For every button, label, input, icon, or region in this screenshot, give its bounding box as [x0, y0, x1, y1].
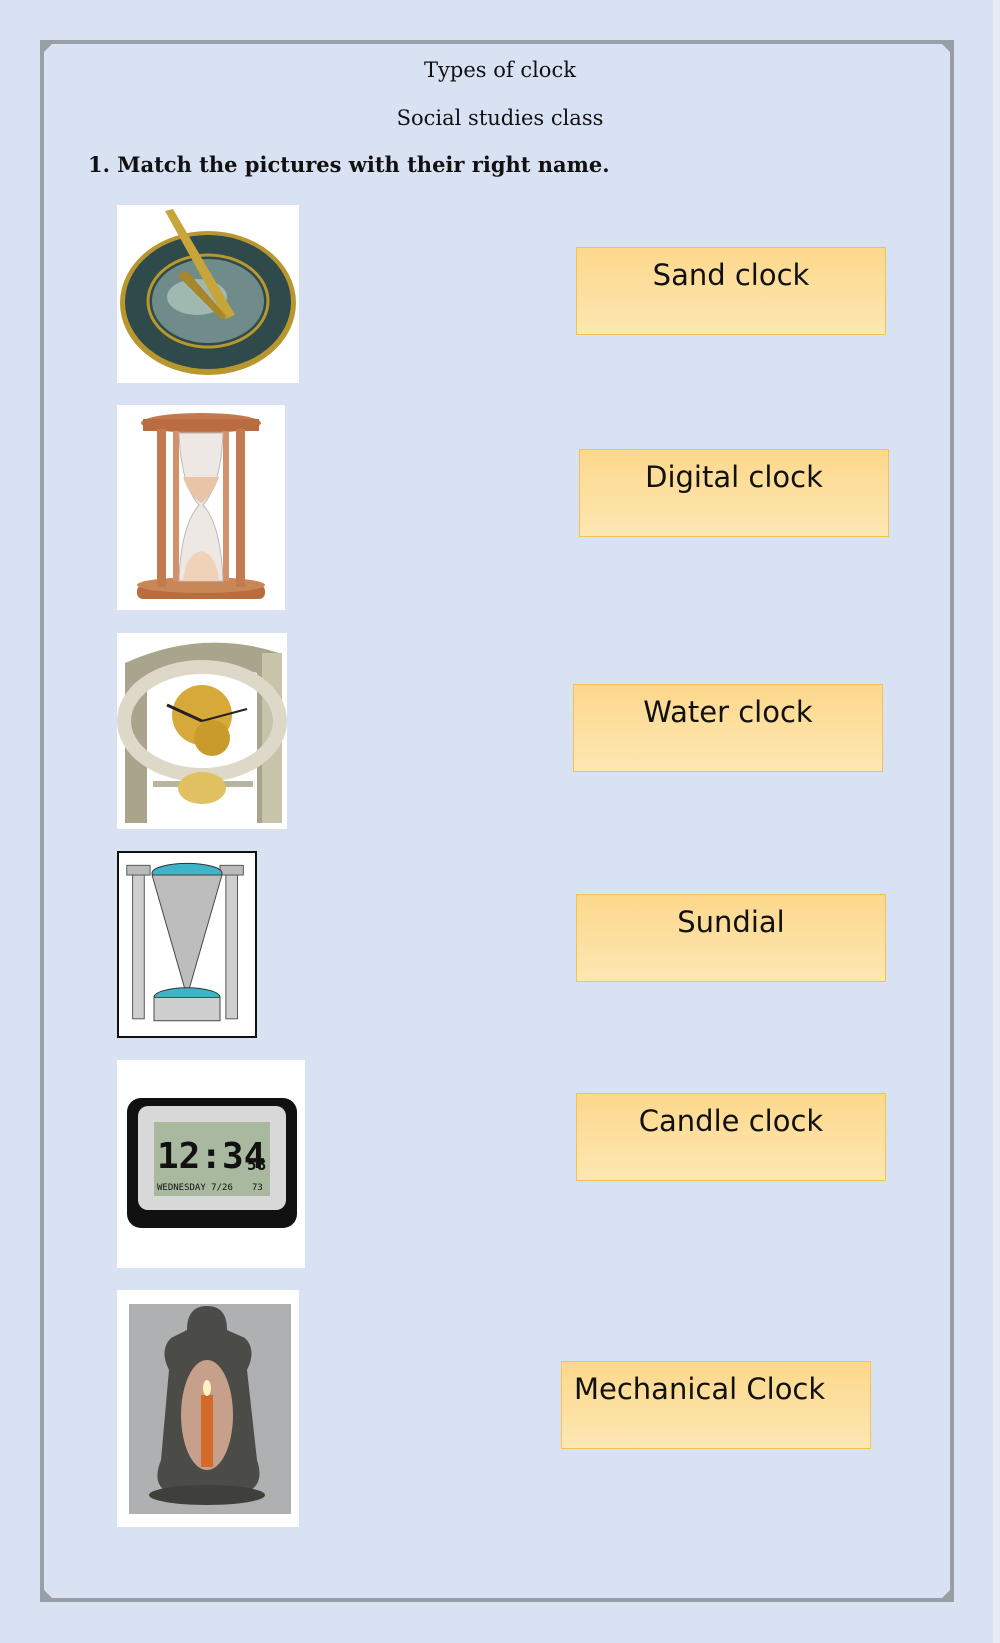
- label-sand-clock[interactable]: Sand clock: [576, 247, 886, 335]
- label-water-clock[interactable]: Water clock: [573, 684, 883, 772]
- corner-mark: [942, 1590, 950, 1598]
- water-clock-icon: [126, 862, 244, 1022]
- mechanical-clock-icon: [117, 642, 287, 823]
- water-clock-picture[interactable]: [117, 851, 257, 1038]
- corner-mark: [44, 44, 52, 52]
- label-digital-clock[interactable]: Digital clock: [579, 449, 889, 537]
- corner-mark: [942, 44, 950, 52]
- clock-day: WEDNESDAY 7/26: [157, 1183, 233, 1193]
- instruction-text: 1. Match the pictures with their right n…: [88, 152, 610, 177]
- candle-clock-icon: [129, 1304, 291, 1514]
- page-subtitle: Social studies class: [396, 106, 604, 130]
- digital-clock-picture[interactable]: 12:34 58 WEDNESDAY 7/26 73: [117, 1060, 305, 1268]
- label-sundial[interactable]: Sundial: [576, 894, 886, 982]
- hourglass-icon: [137, 413, 265, 599]
- page-edge: [993, 0, 1000, 1643]
- sundial-icon: [120, 209, 296, 375]
- digital-clock-icon: 12:34 58 WEDNESDAY 7/26 73: [127, 1098, 297, 1228]
- page-title: Types of clock: [424, 58, 576, 82]
- sundial-picture[interactable]: [117, 205, 299, 383]
- clock-seconds: 58: [247, 1155, 266, 1174]
- candle-clock-picture[interactable]: [117, 1290, 299, 1527]
- mechanical-clock-picture[interactable]: [117, 633, 287, 829]
- corner-mark: [44, 1590, 52, 1598]
- hourglass-picture[interactable]: [117, 405, 285, 610]
- clock-temp: 73: [252, 1183, 263, 1193]
- label-mechanical-clock[interactable]: Mechanical Clock: [561, 1361, 871, 1449]
- label-candle-clock[interactable]: Candle clock: [576, 1093, 886, 1181]
